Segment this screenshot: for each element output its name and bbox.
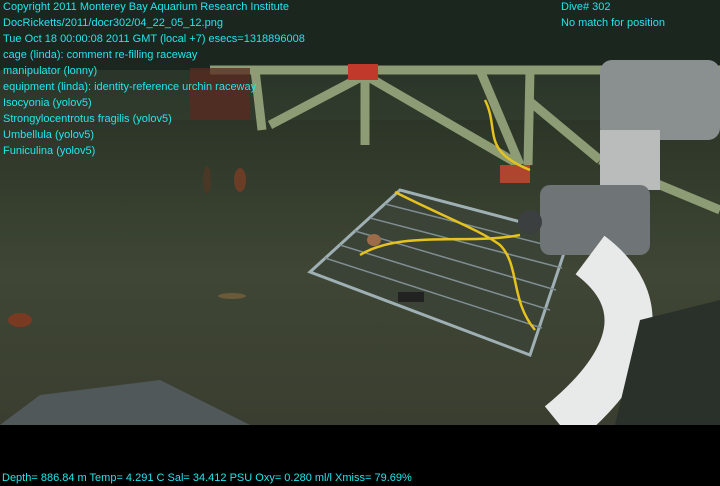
frame-bracket (348, 64, 378, 80)
overlay-line-taxon: Funiculina (yolov5) (3, 145, 96, 157)
urchin (8, 313, 32, 327)
annotation-overlay-right: Dive# 302 No match for position (561, 0, 665, 31)
overlay-line-timestamp: Tue Oct 18 00:00:08 2011 GMT (local +7) … (3, 33, 305, 45)
overlay-line-taxon: Isocyonia (yolov5) (3, 97, 92, 109)
sea-pen (234, 168, 246, 192)
sea-pen (203, 166, 211, 194)
position-status: No match for position (561, 17, 665, 29)
overlay-line-copyright: Copyright 2011 Monterey Bay Aquarium Res… (3, 1, 289, 13)
raceway-label-plate (398, 292, 424, 302)
debris-stick (218, 293, 246, 299)
overlay-line-filename: DocRicketts/2011/docr302/04_22_05_12.png (3, 17, 223, 29)
overlay-line-manipulator: manipulator (lonny) (3, 65, 98, 77)
overlay-line-cage: cage (linda): comment re-filling raceway (3, 49, 198, 61)
overlay-line-taxon: Strongylocentrotus fragilis (yolov5) (3, 113, 172, 125)
overlay-line-equipment: equipment (linda): identity-reference ur… (3, 81, 257, 93)
dive-number: Dive# 302 (561, 1, 611, 13)
overlay-line-taxon: Umbellula (yolov5) (3, 129, 95, 141)
telemetry-readout: Depth= 886.84 m Temp= 4.291 C Sal= 34.41… (2, 472, 412, 484)
urchin (367, 234, 381, 246)
annotation-overlay-left: Copyright 2011 Monterey Bay Aquarium Res… (3, 0, 305, 159)
